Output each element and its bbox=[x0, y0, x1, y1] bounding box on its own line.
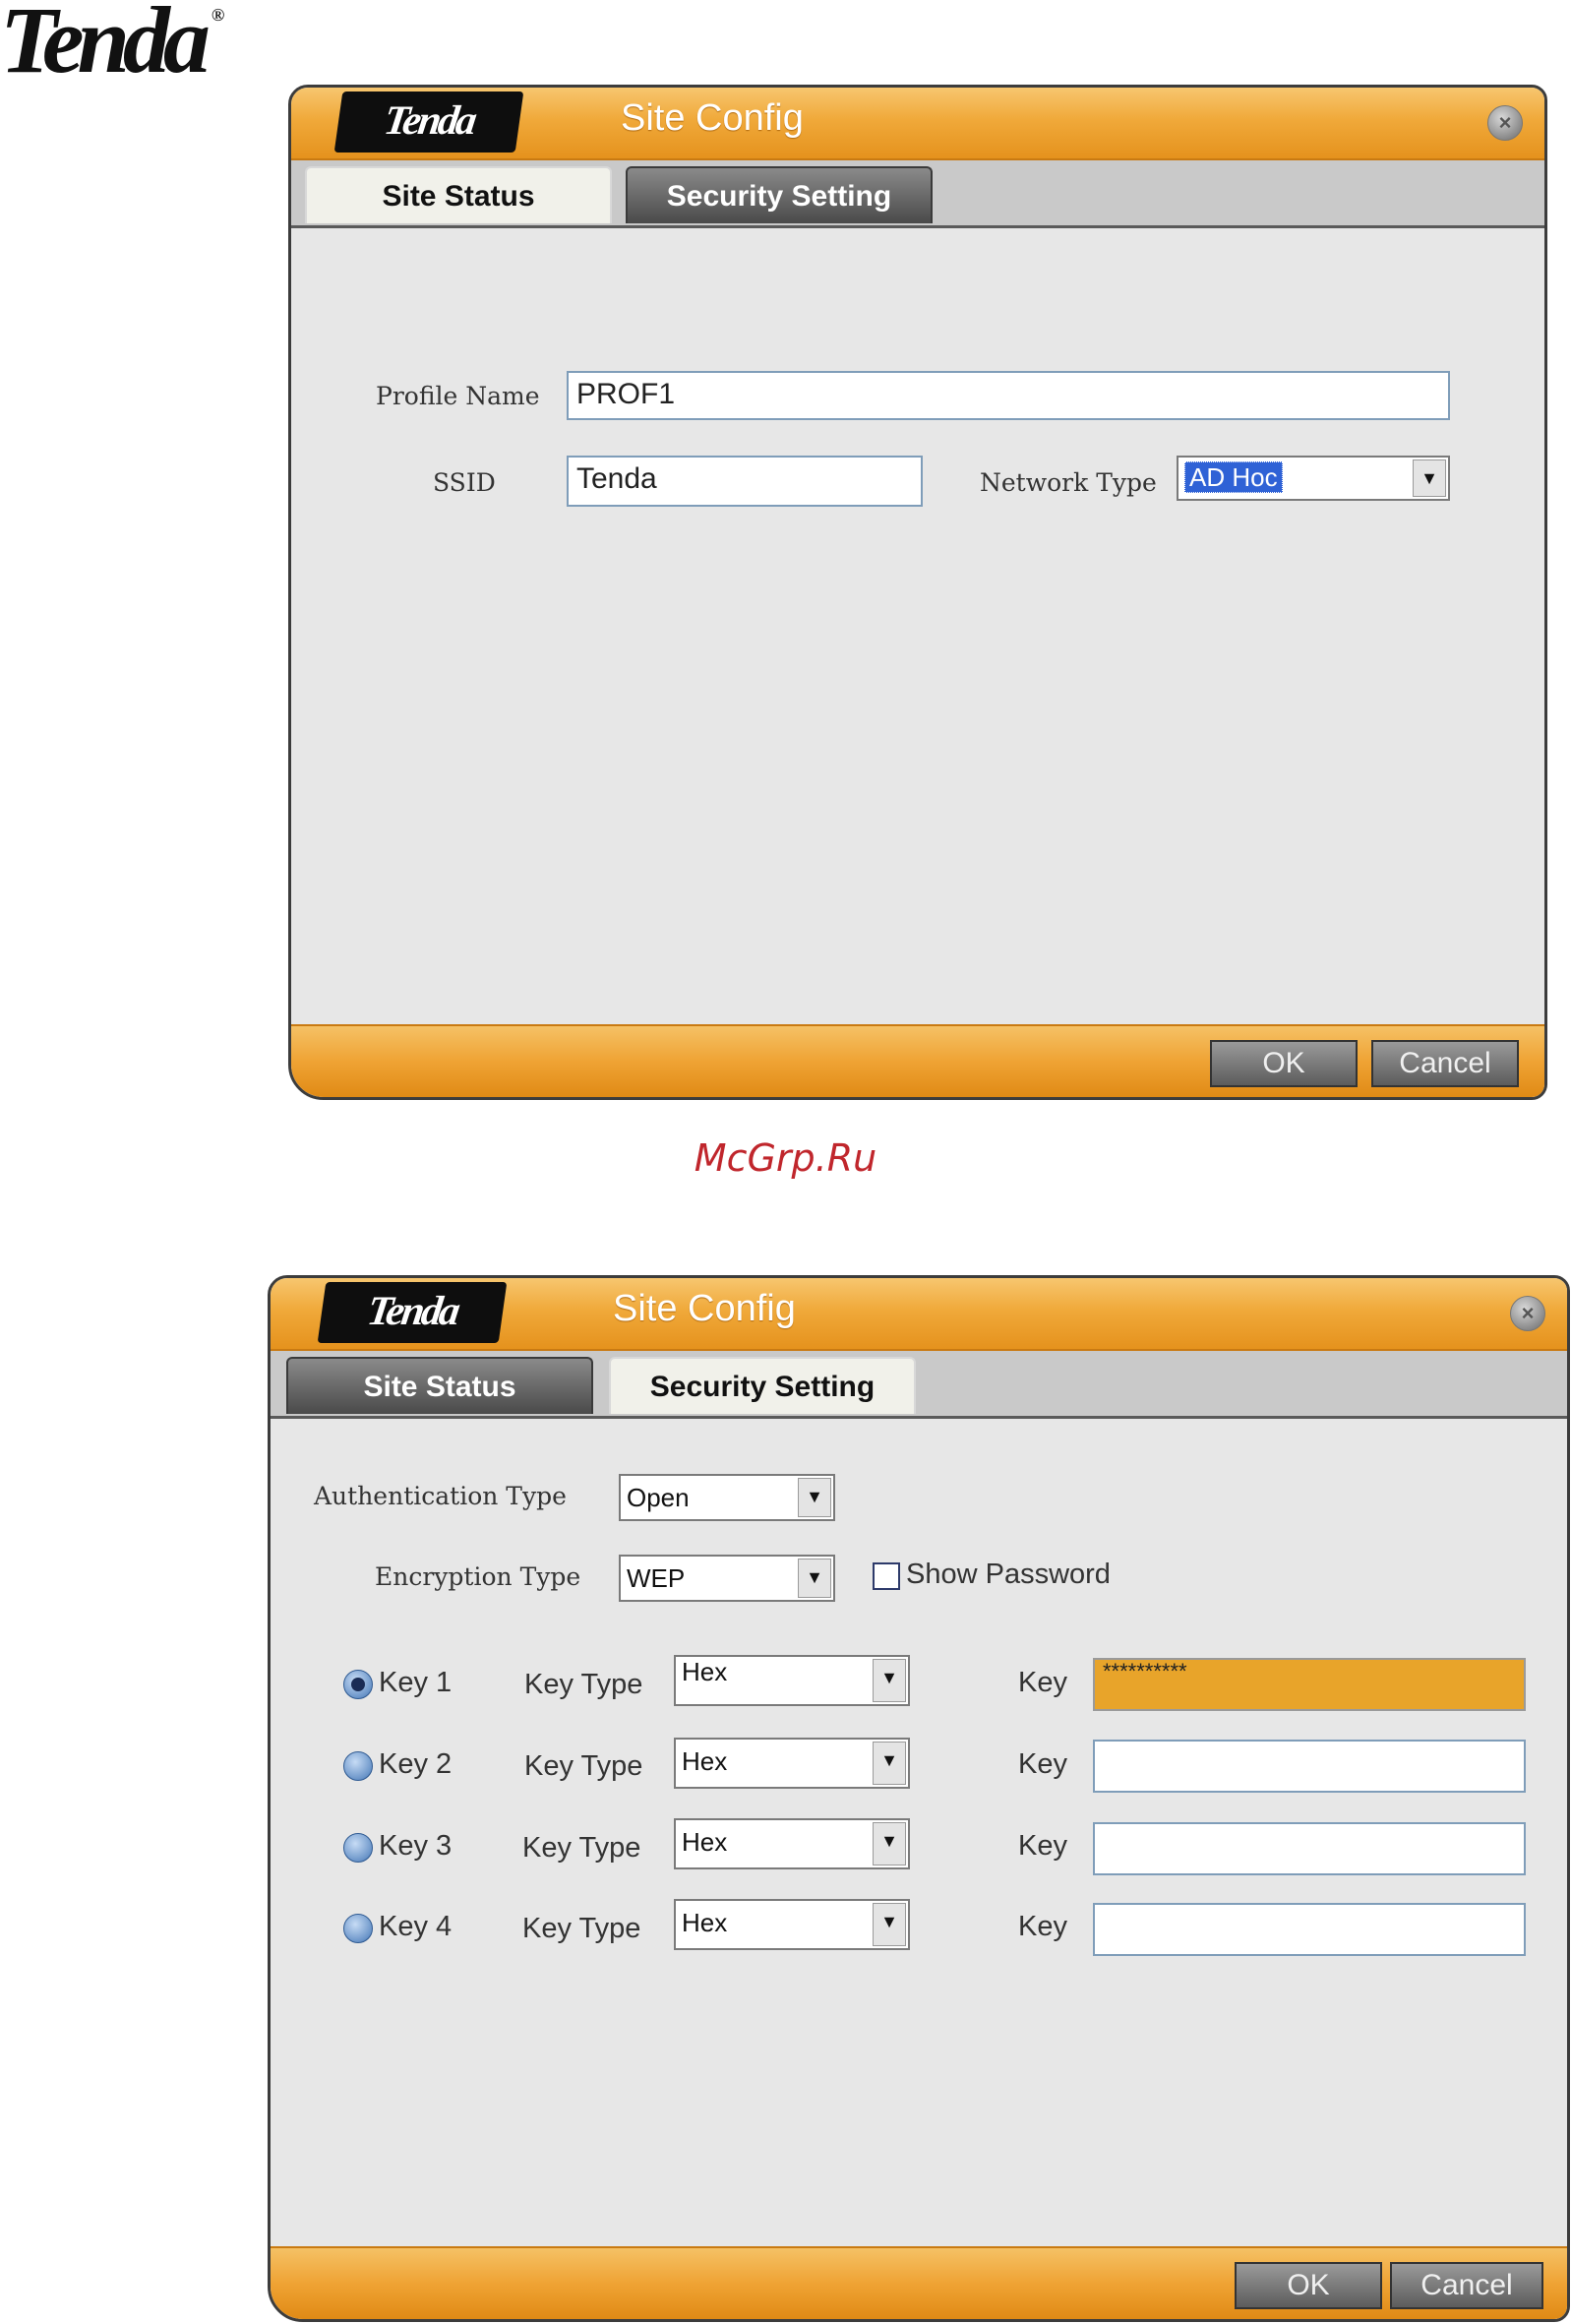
network-type-label: Network Type bbox=[980, 468, 1157, 497]
close-icon[interactable]: × bbox=[1487, 105, 1523, 141]
brand-logo: Tenda bbox=[333, 92, 524, 153]
network-type-select[interactable]: AD Hoc ▼ bbox=[1177, 456, 1450, 501]
profile-name-label: Profile Name bbox=[376, 382, 540, 410]
key-type-label: Key Type bbox=[522, 1832, 641, 1864]
title-bar[interactable]: Tenda Site Config × bbox=[271, 1278, 1567, 1351]
close-icon[interactable]: × bbox=[1510, 1296, 1545, 1331]
content-panel: Profile Name PROF1 SSID Tenda Network Ty… bbox=[291, 228, 1544, 1026]
content-panel: Authentication Type Open ▼ Encryption Ty… bbox=[271, 1419, 1567, 2248]
chevron-down-icon[interactable]: ▼ bbox=[1413, 459, 1446, 497]
key-2-radio[interactable] bbox=[343, 1751, 373, 1781]
chevron-down-icon[interactable]: ▼ bbox=[873, 1742, 906, 1785]
watermark-text: McGrp.Ru bbox=[694, 1136, 877, 1180]
show-password-label: Show Password bbox=[906, 1559, 1111, 1590]
chevron-down-icon[interactable]: ▼ bbox=[873, 1659, 906, 1702]
tab-strip: Site Status Security Setting bbox=[271, 1351, 1567, 1419]
key-type-label: Key Type bbox=[524, 1750, 643, 1782]
cancel-button[interactable]: Cancel bbox=[1390, 2262, 1543, 2309]
key-2-type-select[interactable]: Hex ▼ bbox=[674, 1738, 910, 1789]
key-2-label: Key 2 bbox=[379, 1748, 453, 1780]
key-1-input[interactable]: ********** bbox=[1093, 1658, 1526, 1711]
registered-mark: ® bbox=[211, 5, 225, 25]
key-1-radio[interactable] bbox=[343, 1670, 373, 1699]
key-4-label: Key 4 bbox=[379, 1911, 453, 1942]
tab-strip: Site Status Security Setting bbox=[291, 160, 1544, 228]
footer-bar: OK Cancel bbox=[271, 2246, 1567, 2319]
site-config-window-security: Tenda Site Config × Site Status Security… bbox=[268, 1275, 1570, 2322]
key-1-type-value: Hex bbox=[682, 1657, 728, 1686]
encryption-type-select[interactable]: WEP ▼ bbox=[619, 1555, 835, 1602]
chevron-down-icon[interactable]: ▼ bbox=[873, 1822, 906, 1865]
ok-button[interactable]: OK bbox=[1210, 1040, 1358, 1087]
key-3-input[interactable] bbox=[1093, 1822, 1526, 1875]
network-type-value: AD Hoc bbox=[1184, 461, 1283, 493]
key-3-type-select[interactable]: Hex ▼ bbox=[674, 1818, 910, 1869]
page-logo-text: Tenda bbox=[0, 0, 211, 92]
tab-site-status[interactable]: Site Status bbox=[286, 1357, 593, 1414]
key-label: Key bbox=[1018, 1830, 1067, 1862]
ssid-label: SSID bbox=[433, 468, 496, 497]
title-bar[interactable]: Tenda Site Config × bbox=[291, 88, 1544, 160]
key-4-radio[interactable] bbox=[343, 1914, 373, 1943]
chevron-down-icon[interactable]: ▼ bbox=[873, 1903, 906, 1946]
ok-button[interactable]: OK bbox=[1235, 2262, 1382, 2309]
page-logo: Tenda ® bbox=[0, 0, 354, 88]
window-title: Site Config bbox=[613, 1288, 796, 1329]
chevron-down-icon[interactable]: ▼ bbox=[798, 1478, 831, 1517]
key-2-type-value: Hex bbox=[682, 1746, 728, 1776]
key-label: Key bbox=[1018, 1667, 1067, 1698]
key-4-input[interactable] bbox=[1093, 1903, 1526, 1956]
key-1-label: Key 1 bbox=[379, 1667, 453, 1698]
key-type-label: Key Type bbox=[522, 1913, 641, 1944]
key-2-input[interactable] bbox=[1093, 1740, 1526, 1793]
authentication-type-label: Authentication Type bbox=[314, 1482, 567, 1510]
window-title: Site Config bbox=[621, 97, 804, 139]
key-4-type-select[interactable]: Hex ▼ bbox=[674, 1899, 910, 1950]
key-type-label: Key Type bbox=[524, 1669, 643, 1700]
profile-name-input[interactable]: PROF1 bbox=[567, 371, 1450, 420]
tab-security-setting[interactable]: Security Setting bbox=[626, 166, 933, 223]
tab-security-setting[interactable]: Security Setting bbox=[609, 1357, 916, 1414]
encryption-type-value: WEP bbox=[627, 1563, 686, 1593]
key-label: Key bbox=[1018, 1911, 1067, 1942]
authentication-type-select[interactable]: Open ▼ bbox=[619, 1474, 835, 1521]
ssid-input[interactable]: Tenda bbox=[567, 456, 923, 507]
key-3-label: Key 3 bbox=[379, 1830, 453, 1862]
tab-site-status[interactable]: Site Status bbox=[305, 166, 612, 223]
cancel-button[interactable]: Cancel bbox=[1371, 1040, 1519, 1087]
key-1-type-select[interactable]: Hex ▼ bbox=[674, 1655, 910, 1706]
authentication-type-value: Open bbox=[627, 1483, 690, 1512]
brand-logo: Tenda bbox=[317, 1282, 508, 1343]
site-config-window-status: Tenda Site Config × Site Status Security… bbox=[288, 85, 1547, 1100]
key-3-radio[interactable] bbox=[343, 1833, 373, 1863]
key-label: Key bbox=[1018, 1748, 1067, 1780]
chevron-down-icon[interactable]: ▼ bbox=[798, 1559, 831, 1598]
show-password-checkbox[interactable] bbox=[873, 1562, 900, 1590]
encryption-type-label: Encryption Type bbox=[375, 1562, 581, 1591]
key-3-type-value: Hex bbox=[682, 1827, 728, 1857]
key-4-type-value: Hex bbox=[682, 1908, 728, 1937]
footer-bar: OK Cancel bbox=[291, 1024, 1544, 1097]
